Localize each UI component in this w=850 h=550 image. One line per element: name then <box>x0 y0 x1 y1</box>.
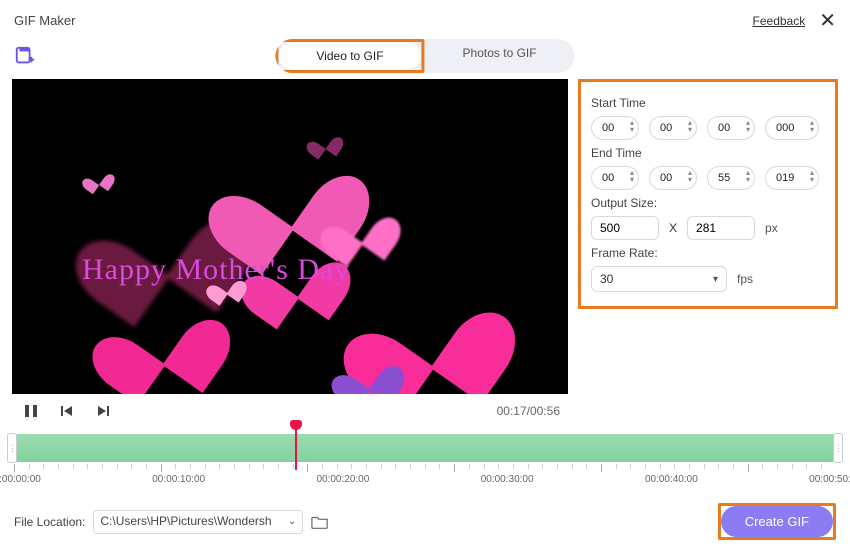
chevron-down-icon: ⌄ <box>288 516 296 527</box>
mode-tabs: Video to GIF Photos to GIF <box>275 39 574 73</box>
output-width-input[interactable] <box>591 216 659 240</box>
window-title: GIF Maker <box>14 13 75 28</box>
file-location-label: File Location: <box>14 515 85 529</box>
app-logo-icon <box>14 45 36 67</box>
settings-panel: Start Time 00▴▾ 00▴▾ 00▴▾ 000▴▾ End Time… <box>578 79 838 309</box>
start-ms-input[interactable]: 000▴▾ <box>765 116 819 140</box>
video-preview[interactable]: Happy Mother's Day <box>12 79 568 394</box>
stepper-icon[interactable]: ▴▾ <box>688 119 692 133</box>
px-unit-label: px <box>765 221 778 235</box>
file-location-select[interactable]: C:\Users\HP\Pictures\Wondersh ⌄ <box>93 510 303 534</box>
prev-frame-button[interactable] <box>58 402 76 420</box>
frame-rate-label: Frame Rate: <box>591 246 825 260</box>
stepper-icon[interactable]: ▴▾ <box>746 119 750 133</box>
end-ms-input[interactable]: 019▴▾ <box>765 166 819 190</box>
pause-button[interactable] <box>22 402 40 420</box>
open-folder-button[interactable] <box>311 513 331 531</box>
end-minutes-input[interactable]: 00▴▾ <box>649 166 697 190</box>
feedback-link[interactable]: Feedback <box>753 14 806 28</box>
ruler-tick-label: 00:00:30:00 <box>481 474 534 485</box>
trim-end-handle[interactable]: ⋮ <box>833 433 843 463</box>
end-time-label: End Time <box>591 146 825 160</box>
tab-photos-to-gif[interactable]: Photos to GIF <box>425 39 575 73</box>
stepper-icon[interactable]: ▴▾ <box>810 119 814 133</box>
playback-time: 00:17/00:56 <box>497 404 566 418</box>
close-icon[interactable]: ✕ <box>819 8 836 33</box>
start-hours-input[interactable]: 00▴▾ <box>591 116 639 140</box>
stepper-icon[interactable]: ▴▾ <box>630 169 634 183</box>
start-seconds-input[interactable]: 00▴▾ <box>707 116 755 140</box>
chevron-down-icon: ▾ <box>713 274 718 285</box>
output-height-input[interactable] <box>687 216 755 240</box>
trim-track[interactable]: ⋮ ⋮ <box>12 434 838 462</box>
end-seconds-input[interactable]: 55▴▾ <box>707 166 755 190</box>
next-frame-button[interactable] <box>94 402 112 420</box>
start-minutes-input[interactable]: 00▴▾ <box>649 116 697 140</box>
frame-rate-select[interactable]: 30 ▾ <box>591 266 727 292</box>
stepper-icon[interactable]: ▴▾ <box>746 169 750 183</box>
output-size-label: Output Size: <box>591 196 825 210</box>
stepper-icon[interactable]: ▴▾ <box>688 169 692 183</box>
ruler-tick-label: 00:00:00:00 <box>0 474 41 485</box>
video-overlay-text: Happy Mother's Day <box>82 253 350 287</box>
time-ruler: 00:00:00:00 00:00:10:00 00:00:20:00 00:0… <box>8 464 842 492</box>
tab-video-to-gif[interactable]: Video to GIF <box>278 42 421 70</box>
stepper-icon[interactable]: ▴▾ <box>630 119 634 133</box>
ruler-tick-label: 00:00:10:00 <box>152 474 205 485</box>
fps-unit-label: fps <box>737 272 753 286</box>
create-gif-button[interactable]: Create GIF <box>721 506 833 537</box>
ruler-tick-label: 00:00:40:00 <box>645 474 698 485</box>
trim-start-handle[interactable]: ⋮ <box>7 433 17 463</box>
start-time-label: Start Time <box>591 96 825 110</box>
ruler-tick-label: 00:00:20:00 <box>316 474 369 485</box>
dimension-separator: X <box>669 221 677 235</box>
end-hours-input[interactable]: 00▴▾ <box>591 166 639 190</box>
folder-icon <box>311 514 329 530</box>
ruler-tick-label: 00:00:50:00 <box>809 474 850 485</box>
stepper-icon[interactable]: ▴▾ <box>810 169 814 183</box>
